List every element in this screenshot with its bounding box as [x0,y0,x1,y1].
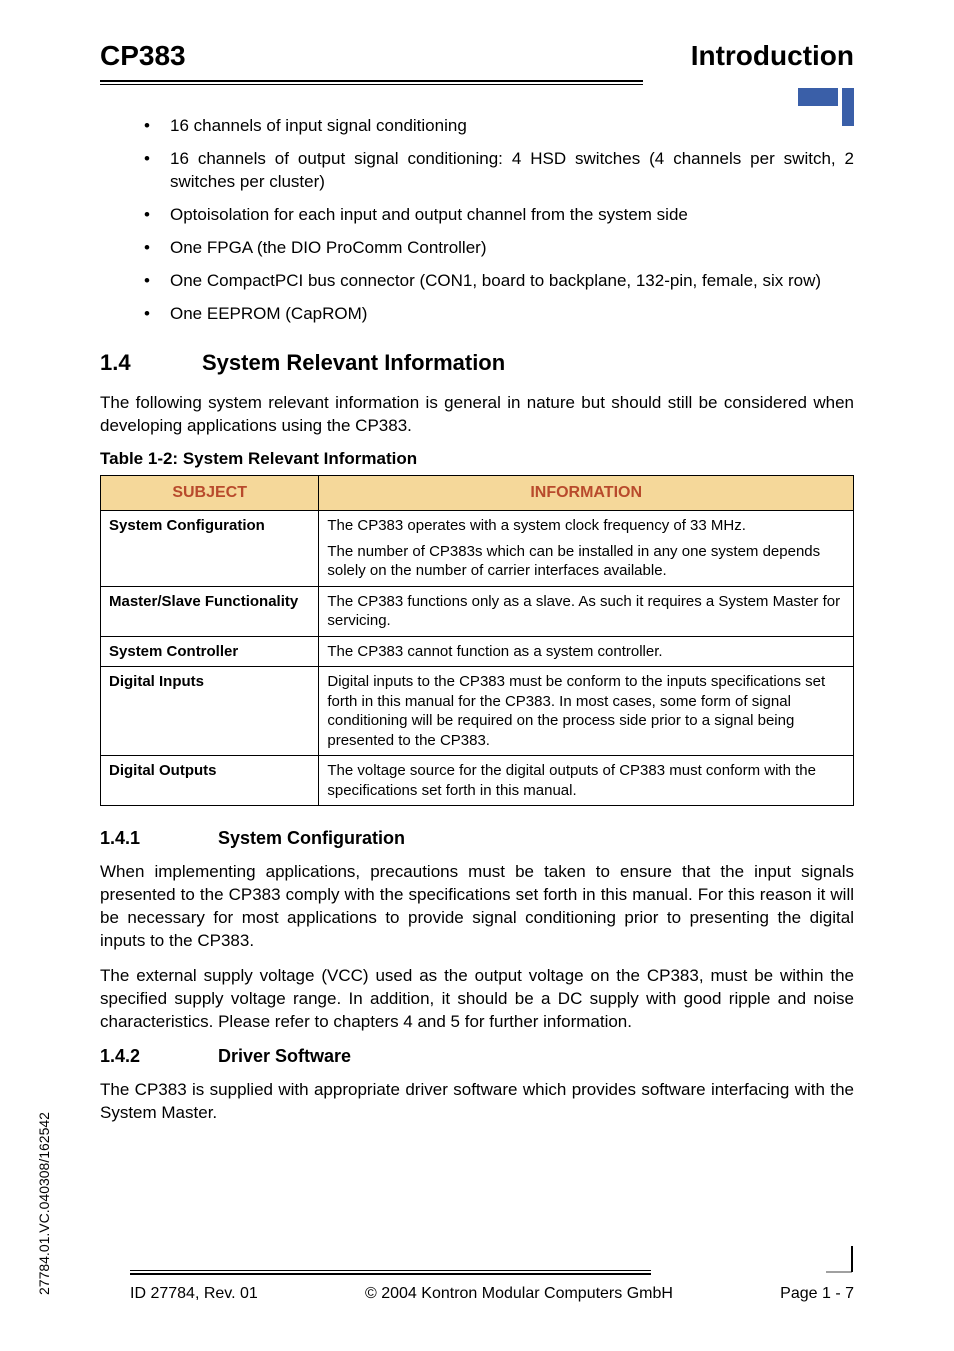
list-item: One EEPROM (CapROM) [144,303,854,326]
footer-page-number: Page 1 - 7 [780,1285,854,1303]
footer-doc-id: ID 27784, Rev. 01 [130,1285,258,1303]
feature-bullet-list: 16 channels of input signal conditioning… [144,115,854,326]
section-heading-1-4: 1.4 System Relevant Information [100,350,854,376]
table-cell-info: Digital inputs to the CP383 must be conf… [319,667,854,756]
footer-copyright: © 2004 Kontron Modular Computers GmbH [365,1285,673,1303]
table-cell-para: The CP383 cannot function as a system co… [327,642,845,662]
table-cell-para: Digital inputs to the CP383 must be conf… [327,672,845,750]
footer-rule-thin [130,1270,651,1271]
list-item: Optoisolation for each input and output … [144,204,854,227]
table-header-subject: SUBJECT [101,476,319,511]
subsection-number: 1.4.2 [100,1046,218,1067]
list-item: 16 channels of input signal conditioning [144,115,854,138]
subsection-heading-1-4-2: 1.4.2 Driver Software [100,1046,854,1067]
table-row: Digital Outputs The voltage source for t… [101,756,854,806]
system-info-table: SUBJECT INFORMATION System Configuration… [100,475,854,806]
subsection-title: System Configuration [218,828,405,849]
subsection-number: 1.4.1 [100,828,218,849]
section-intro: The following system relevant informatio… [100,392,854,438]
list-item: One FPGA (the DIO ProComm Controller) [144,237,854,260]
list-item: 16 channels of output signal conditionin… [144,148,854,194]
header-rule-thin [100,84,643,85]
page-header: CP383 Introduction [100,40,854,72]
table-cell-subject: System Configuration [101,511,319,587]
list-item: One CompactPCI bus connector (CON1, boar… [144,270,854,293]
table-cell-para: The voltage source for the digital outpu… [327,761,845,800]
table-cell-subject: Digital Inputs [101,667,319,756]
table-cell-info: The CP383 functions only as a slave. As … [319,586,854,636]
body-paragraph: The external supply voltage (VCC) used a… [100,965,854,1034]
body-paragraph: The CP383 is supplied with appropriate d… [100,1079,854,1125]
subsection-heading-1-4-1: 1.4.1 System Configuration [100,828,854,849]
chapter-title: Introduction [691,40,854,72]
table-row: System Configuration The CP383 operates … [101,511,854,587]
table-row: Digital Inputs Digital inputs to the CP3… [101,667,854,756]
doc-code: CP383 [100,40,186,72]
table-cell-info: The CP383 cannot function as a system co… [319,636,854,667]
table-cell-para: The CP383 operates with a system clock f… [327,516,845,536]
table-cell-subject: System Controller [101,636,319,667]
table-row: System Controller The CP383 cannot funct… [101,636,854,667]
table-cell-para: The number of CP383s which can be instal… [327,542,845,581]
table-cell-info: The voltage source for the digital outpu… [319,756,854,806]
table-cell-para: The CP383 functions only as a slave. As … [327,592,845,631]
table-header-info: INFORMATION [319,476,854,511]
table-cell-info: The CP383 operates with a system clock f… [319,511,854,587]
table-cell-subject: Master/Slave Functionality [101,586,319,636]
section-number: 1.4 [100,350,202,376]
footer-rule-thick [130,1273,651,1275]
table-row: Master/Slave Functionality The CP383 fun… [101,586,854,636]
document-side-code: 27784.01.VC.040308/162542 [36,1112,52,1295]
section-title: System Relevant Information [202,350,505,376]
header-rule-thick [100,80,643,82]
table-cell-subject: Digital Outputs [101,756,319,806]
page-footer: ID 27784, Rev. 01 © 2004 Kontron Modular… [130,1270,854,1303]
table-caption: Table 1-2: System Relevant Information [100,449,854,469]
body-paragraph: When implementing applications, precauti… [100,861,854,953]
subsection-title: Driver Software [218,1046,351,1067]
